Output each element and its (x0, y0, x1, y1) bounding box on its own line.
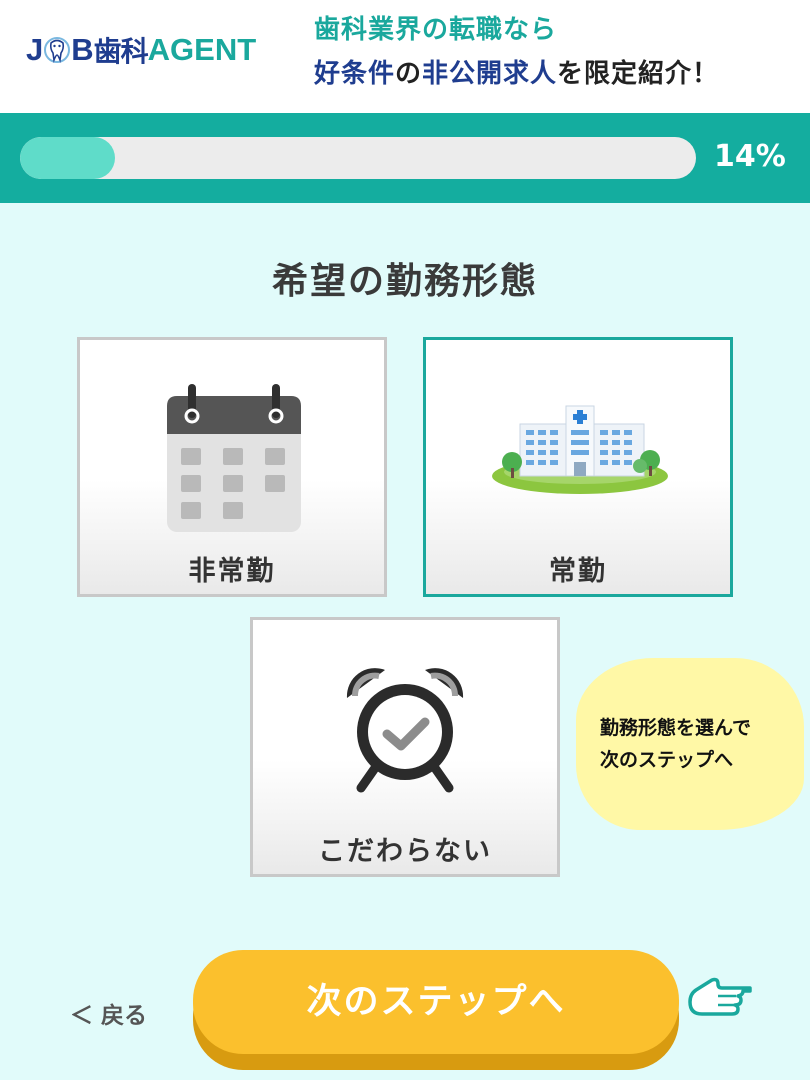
hint-line-2: 次のステップへ (600, 749, 734, 771)
hint-bubble: 勤務形態を選んで 次のステップへ (576, 658, 804, 830)
option-label-no-preference: こだわらない (318, 836, 492, 867)
hint-text: 勤務形態を選んで 次のステップへ (600, 712, 751, 776)
logo-letter-j: J (26, 32, 44, 67)
tagline-private-jobs: 非公開求人 (422, 59, 558, 89)
hint-line-1: 勤務形態を選んで (600, 717, 752, 739)
logo-shika-text: 歯科 (93, 36, 149, 67)
hospital-building-icon (492, 405, 668, 494)
progress-percent: 14% (714, 139, 786, 174)
pointing-hand-icon (688, 977, 752, 1016)
calendar-icon (167, 384, 301, 532)
option-full-time[interactable]: 常勤 (423, 337, 733, 597)
progress-bar (20, 137, 696, 179)
header-tagline: 歯科業界の転職なら 好条件の非公開求人を限定紹介！ (314, 8, 719, 96)
tagline-line-2: 好条件の非公開求人を限定紹介！ (314, 52, 719, 96)
alarm-clock-icon (346, 668, 464, 793)
option-no-preference[interactable]: こだわらない (250, 617, 560, 877)
option-part-time[interactable]: 非常勤 (77, 337, 387, 597)
page-title: 希望の勤務形態 (271, 261, 538, 302)
logo-letter-b: B (71, 32, 94, 67)
option-label-full-time: 常勤 (549, 556, 607, 587)
tooth-icon (44, 37, 71, 64)
back-button[interactable]: ＜ 戻る (70, 996, 147, 1030)
tagline-particle: の (395, 59, 423, 89)
header: J B 歯科 AGENT 歯科業界の転職なら 好条件の非公開求人を限定紹介！ (0, 0, 810, 113)
next-step-button[interactable]: 次のステップへ (193, 950, 679, 1054)
job-shika-agent-logo[interactable]: J B 歯科 AGENT (26, 28, 256, 72)
tagline-line-1: 歯科業界の転職なら (314, 15, 558, 45)
option-label-part-time: 非常勤 (188, 556, 276, 587)
tagline-limited-intro: を限定紹介！ (557, 59, 720, 89)
logo-agent-text: AGENT (147, 32, 257, 67)
progress-section: 14% (0, 113, 810, 203)
progress-bar-fill (20, 137, 115, 179)
tagline-good-conditions: 好条件 (314, 59, 396, 89)
